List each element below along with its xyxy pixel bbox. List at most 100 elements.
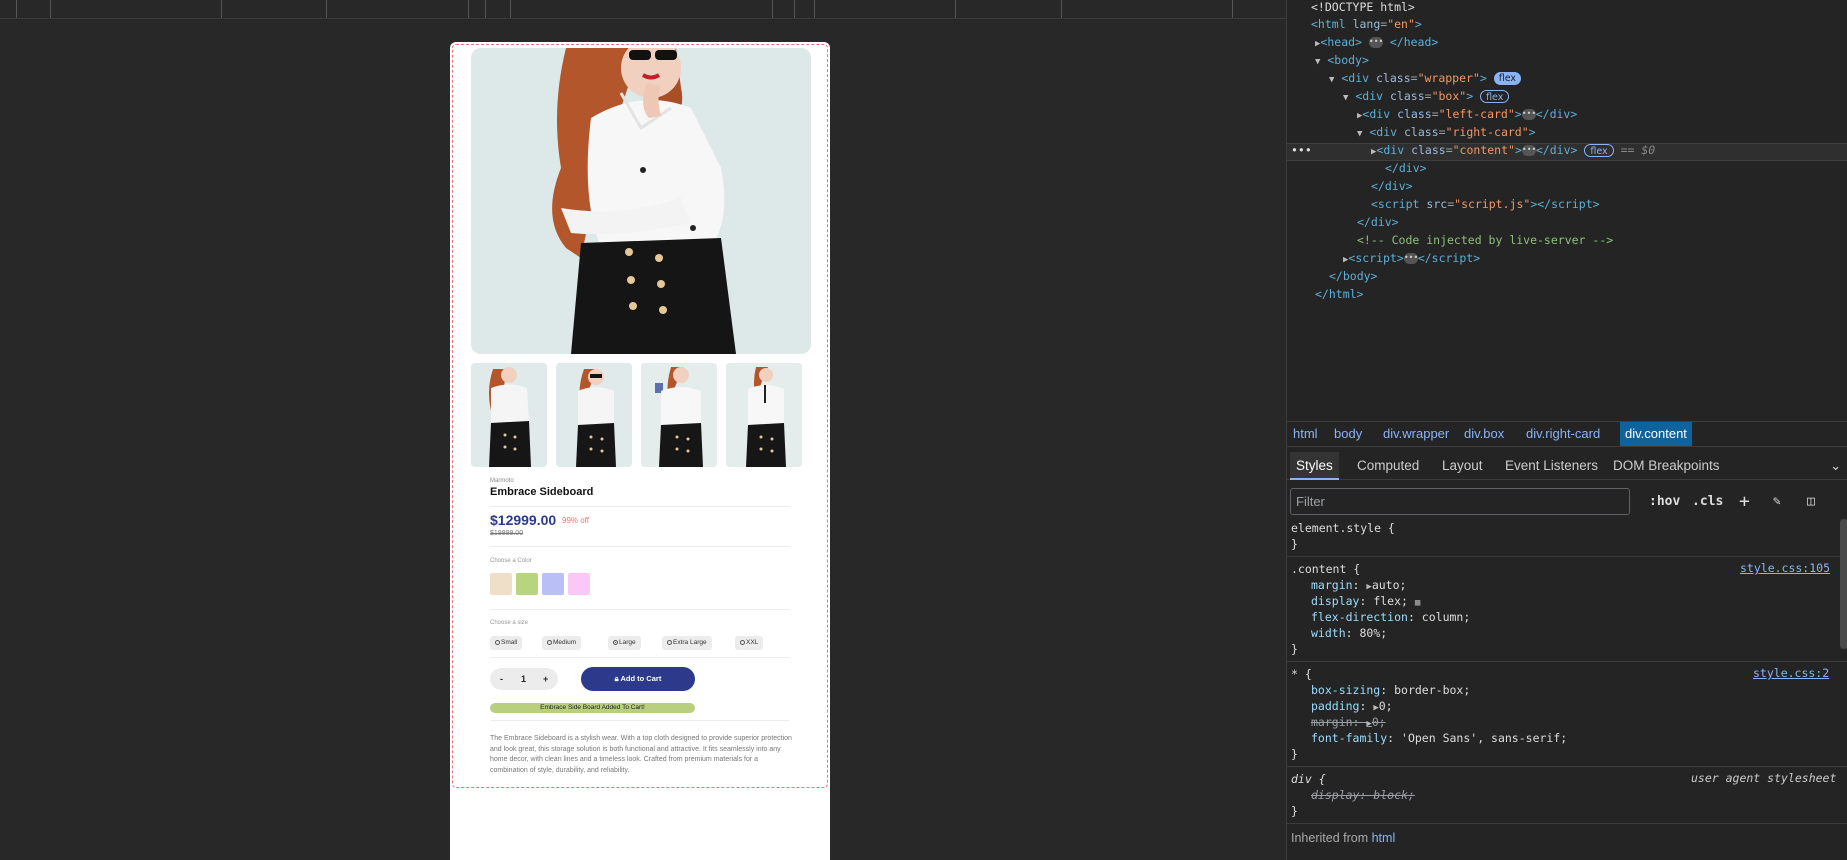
css-prop-display-overridden[interactable]: display: block; [1311, 787, 1415, 803]
divider [490, 546, 790, 547]
rule-close: } [1291, 804, 1298, 818]
divider [490, 720, 790, 721]
tab-layout[interactable]: Layout [1442, 452, 1483, 480]
rule-close: } [1291, 747, 1298, 761]
quantity-stepper: - 1 + [490, 668, 558, 690]
sidebar-toggle-icon[interactable]: ◫ [1807, 488, 1815, 515]
thumbnail-strip [471, 363, 811, 467]
ua-div-rule-selector[interactable]: div { [1291, 771, 1326, 787]
color-swatch-blue[interactable] [542, 573, 564, 595]
radio-icon [667, 639, 672, 645]
inherited-from-label: Inherited from html [1291, 831, 1396, 845]
product-main-image[interactable] [471, 48, 811, 354]
radio-checked-icon [613, 639, 618, 645]
dom-doctype[interactable]: <!DOCTYPE html> [1311, 0, 1415, 16]
product-description: The Embrace Sideboard is a stylish wear.… [490, 735, 792, 774]
css-prop-margin-overridden[interactable]: margin: ▶0; [1311, 714, 1386, 730]
quantity-value: 1 [521, 674, 527, 684]
flexbox-editor-icon[interactable]: ▦ [1415, 598, 1420, 608]
dom-node-html[interactable]: <html lang="en"> [1311, 15, 1422, 33]
content-rule-selector[interactable]: .content { [1291, 561, 1360, 577]
breadcrumb-content[interactable]: div.content [1620, 422, 1692, 446]
css-prop-width[interactable]: width: 80%; [1311, 625, 1387, 641]
content-rule-source-link[interactable]: style.css:105 [1740, 561, 1830, 575]
class-toggle[interactable]: .cls [1692, 488, 1723, 515]
add-rule-icon[interactable]: + [1739, 488, 1750, 515]
thumbnail-4[interactable] [726, 363, 802, 467]
screen: Marmoto Embrace Sideboard $12999.00 99% … [0, 0, 1847, 860]
product-title: Embrace Sideboard [490, 486, 594, 498]
dom-node-body[interactable]: ▼ <body> [1315, 51, 1369, 69]
dom-node-script-injected[interactable]: ▶<script>•••</script> [1343, 249, 1480, 267]
dom-close-html: </html> [1315, 287, 1364, 301]
css-prop-box-sizing[interactable]: box-sizing: border-box; [1311, 682, 1470, 698]
css-prop-margin[interactable]: margin: ▶auto; [1311, 577, 1406, 593]
divider [490, 657, 790, 658]
dom-node-head[interactable]: ▶<head> ••• </head> [1315, 33, 1438, 51]
chevron-down-icon[interactable]: ⌄ [1830, 452, 1841, 480]
breadcrumb-right-card[interactable]: div.right-card [1521, 422, 1605, 446]
dom-close-body: </body> [1329, 269, 1378, 283]
dom-node-box[interactable]: ▼ <div class="box"> flex [1343, 87, 1510, 105]
thumbnail-3[interactable] [641, 363, 717, 467]
tab-computed[interactable]: Computed [1357, 452, 1419, 480]
css-prop-flex-direction[interactable]: flex-direction: column; [1311, 609, 1470, 625]
dom-node-menu-icon[interactable]: ••• [1291, 141, 1312, 159]
color-swatch-beige[interactable] [490, 573, 512, 595]
dom-node-wrapper[interactable]: ▼ <div class="wrapper"> flex [1329, 69, 1522, 87]
quantity-decrement-button[interactable]: - [500, 668, 503, 690]
size-option-medium[interactable]: Medium [542, 636, 582, 650]
rule-close: } [1291, 642, 1298, 656]
tab-event-listeners[interactable]: Event Listeners [1505, 452, 1598, 480]
devtools-panel: <!DOCTYPE html> <html lang="en"> ▶<head>… [1286, 0, 1847, 860]
original-price: $19999.00 [490, 530, 524, 537]
size-option-xxl[interactable]: XXL [735, 636, 764, 650]
product-price: $12999.00 [490, 512, 557, 528]
tab-dom-breakpoints[interactable]: DOM Breakpoints [1613, 452, 1720, 480]
breadcrumb-body[interactable]: body [1329, 422, 1367, 446]
dom-node-script[interactable]: <script src="script.js"></script> [1371, 195, 1600, 213]
product-page: Marmoto Embrace Sideboard $12999.00 99% … [450, 42, 830, 860]
dom-comment[interactable]: <!-- Code injected by live-server --> [1357, 231, 1613, 249]
thumbnail-2[interactable] [556, 363, 632, 467]
paint-brush-icon[interactable]: ✎ [1773, 488, 1781, 515]
color-swatch-pink[interactable] [568, 573, 590, 595]
breadcrumb: html body div.wrapper div.box div.right-… [1287, 421, 1847, 447]
universal-rule-source-link[interactable]: style.css:2 [1753, 666, 1829, 680]
divider [490, 506, 790, 507]
page-viewport: Marmoto Embrace Sideboard $12999.00 99% … [0, 0, 1286, 860]
breadcrumb-wrapper[interactable]: div.wrapper [1378, 422, 1454, 446]
radio-icon [547, 639, 552, 645]
element-style-rule[interactable]: element.style { [1291, 520, 1395, 536]
dom-node-content[interactable]: ▶<div class="content">•••</div> flex == … [1371, 141, 1655, 159]
breadcrumb-box[interactable]: div.box [1459, 422, 1509, 446]
styles-filter-input[interactable]: Filter [1290, 488, 1630, 515]
css-prop-font-family[interactable]: font-family: 'Open Sans', sans-serif; [1311, 730, 1567, 746]
quantity-increment-button[interactable]: + [543, 668, 548, 690]
dom-node-right-card[interactable]: ▼ <div class="right-card"> [1357, 123, 1536, 141]
styles-scrollbar[interactable] [1840, 519, 1847, 649]
inherited-from-link[interactable]: html [1372, 831, 1396, 845]
tab-styles[interactable]: Styles [1290, 452, 1339, 480]
thumbnail-1[interactable] [471, 363, 547, 467]
size-label: Choose a size [490, 620, 529, 626]
color-swatch-green[interactable] [516, 573, 538, 595]
css-prop-display[interactable]: display: flex; ▦ [1311, 593, 1420, 609]
rule-close: } [1291, 537, 1298, 551]
add-to-cart-button[interactable]: 🔒︎ Add to Cart [581, 667, 695, 691]
size-option-small[interactable]: Small [490, 636, 523, 650]
styles-pane: element.style { } .content { style.css:1… [1287, 520, 1847, 860]
size-option-large[interactable]: Large [608, 636, 641, 650]
size-option-extra-large[interactable]: Extra Large [662, 636, 712, 650]
dom-node-left-card[interactable]: ▶<div class="left-card">•••</div> [1357, 105, 1577, 123]
discount-badge: 99% off [562, 516, 589, 525]
breadcrumb-html[interactable]: html [1288, 422, 1323, 446]
css-prop-padding[interactable]: padding: ▶0; [1311, 698, 1393, 714]
universal-rule-selector[interactable]: * { [1291, 666, 1312, 682]
product-brand: Marmoto [490, 478, 514, 484]
dom-close-div: </div> [1371, 179, 1413, 193]
elements-tree: <!DOCTYPE html> <html lang="en"> ▶<head>… [1287, 0, 1847, 410]
color-label: Choose a Color [490, 558, 532, 564]
hover-state-toggle[interactable]: :hov [1649, 488, 1680, 515]
divider [490, 609, 790, 610]
